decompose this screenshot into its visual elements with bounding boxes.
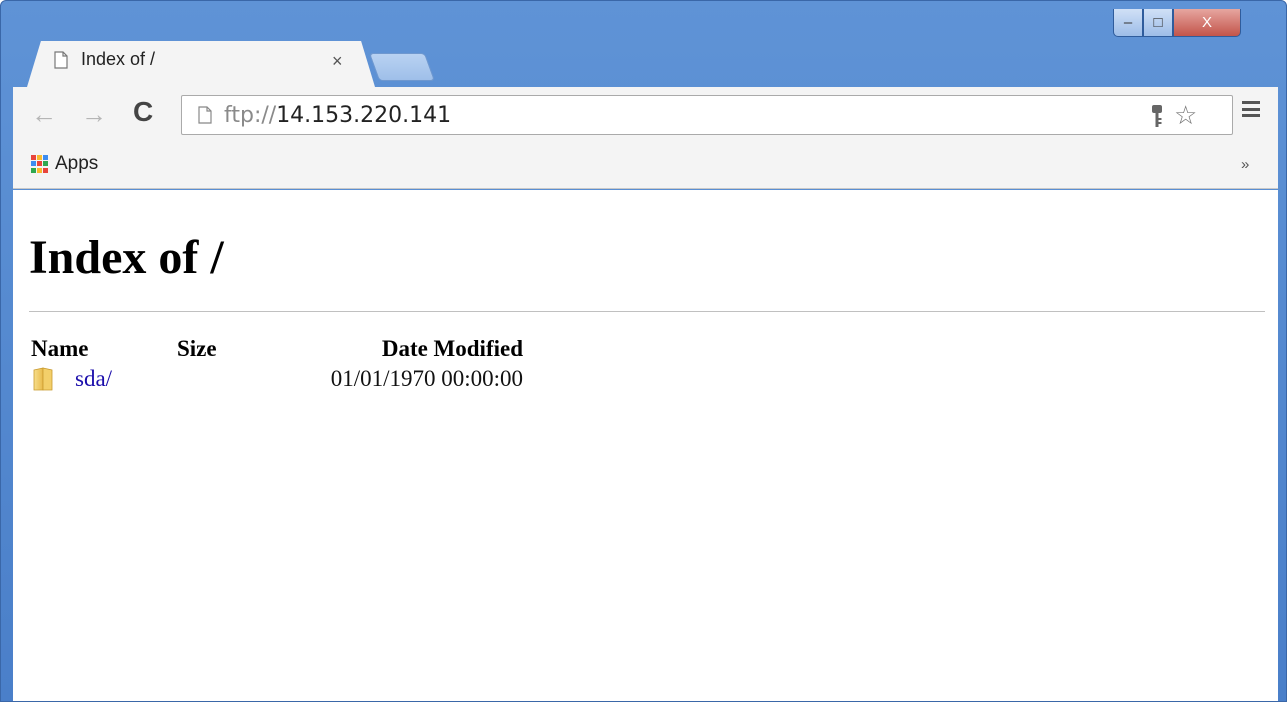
apps-icon[interactable] xyxy=(31,155,49,173)
address-scheme: ftp:// xyxy=(224,103,277,128)
divider xyxy=(29,311,1265,312)
entry-name-cell: sda/ xyxy=(31,364,177,394)
entry-link[interactable]: sda/ xyxy=(75,364,112,394)
entry-size-cell xyxy=(177,364,275,394)
apps-link[interactable]: Apps xyxy=(55,153,98,175)
address-bar[interactable]: ftp://14.153.220.141 ☆ xyxy=(181,95,1233,135)
reload-icon[interactable]: C xyxy=(133,96,153,128)
close-icon[interactable]: × xyxy=(332,51,343,72)
page-content: Index of / Name Size Date Modified sda/ … xyxy=(13,190,1278,701)
bookmarks-overflow-icon[interactable]: » xyxy=(1241,156,1249,173)
bookmarks-bar: Apps » xyxy=(13,143,1278,189)
browser-window: Index of / × – □ X ← → C ftp://14.153.22… xyxy=(0,0,1287,702)
new-tab-button[interactable] xyxy=(368,53,436,81)
toolbar: ← → C ftp://14.153.220.141 ☆ xyxy=(13,87,1278,143)
star-icon[interactable]: ☆ xyxy=(1174,100,1197,131)
page-icon xyxy=(198,106,212,124)
page-icon xyxy=(54,51,68,69)
key-icon[interactable] xyxy=(1150,104,1164,128)
listing-header: Name Size Date Modified xyxy=(31,334,523,364)
window-close-button[interactable]: X xyxy=(1173,9,1241,37)
column-header-name[interactable]: Name xyxy=(31,334,177,364)
address-host: 14.153.220.141 xyxy=(276,103,452,128)
entry-date-cell: 01/01/1970 00:00:00 xyxy=(330,366,523,391)
folder-icon xyxy=(33,367,53,391)
tab-strip: Index of / × – □ X xyxy=(1,1,1286,87)
tab-index[interactable] xyxy=(27,41,375,87)
column-header-size[interactable]: Size xyxy=(177,334,275,364)
table-row: sda/ 01/01/1970 00:00:00 xyxy=(31,364,523,394)
address-text: ftp://14.153.220.141 xyxy=(224,103,451,128)
menu-icon[interactable] xyxy=(1242,101,1260,117)
back-icon[interactable]: ← xyxy=(31,99,57,130)
minimize-button[interactable]: – xyxy=(1113,9,1143,37)
directory-listing: Name Size Date Modified sda/ 01/01/1970 … xyxy=(31,334,523,394)
page-title: Index of / xyxy=(29,231,224,284)
column-header-date[interactable]: Date Modified xyxy=(275,334,523,364)
forward-icon[interactable]: → xyxy=(81,99,107,130)
maximize-button[interactable]: □ xyxy=(1143,9,1173,37)
window-controls: – □ X xyxy=(1113,9,1241,37)
tab-title: Index of / xyxy=(81,49,156,69)
